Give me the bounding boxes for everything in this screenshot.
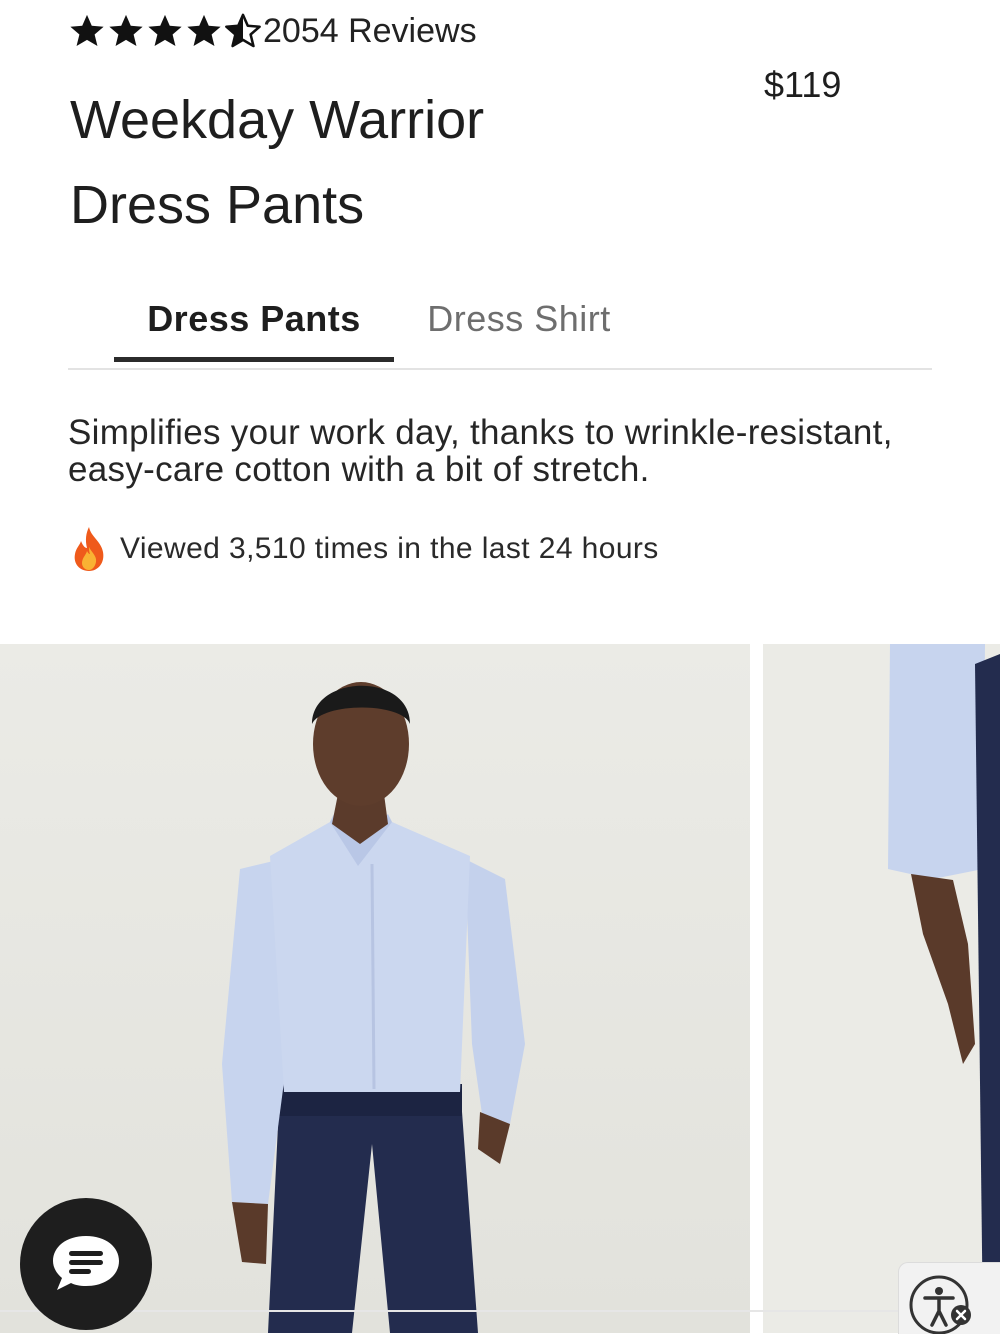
accessibility-button[interactable] bbox=[898, 1262, 1000, 1335]
viewed-count-text: Viewed 3,510 times in the last 24 hours bbox=[120, 532, 659, 565]
star-icon bbox=[109, 14, 143, 47]
product-title: Weekday Warrior Dress Pants bbox=[70, 78, 710, 248]
star-icon bbox=[148, 14, 182, 47]
chat-bubble-icon bbox=[53, 1236, 119, 1290]
tab-dress-shirt[interactable]: Dress Shirt bbox=[404, 272, 634, 366]
half-star-icon bbox=[225, 13, 261, 48]
accessibility-icon bbox=[909, 1275, 971, 1335]
bottom-divider bbox=[0, 1310, 1000, 1312]
star-icon bbox=[187, 14, 221, 47]
product-title-line1: Weekday Warrior bbox=[70, 90, 485, 150]
star-icon bbox=[70, 14, 104, 47]
rating-row[interactable]: 2054 Reviews bbox=[68, 8, 477, 54]
social-proof: Viewed 3,510 times in the last 24 hours bbox=[68, 524, 659, 574]
tab-dress-pants[interactable]: Dress Pants bbox=[114, 272, 394, 366]
chat-button[interactable] bbox=[20, 1198, 152, 1330]
product-gallery[interactable] bbox=[0, 644, 1000, 1333]
product-image-next[interactable] bbox=[763, 644, 1000, 1333]
star-rating bbox=[68, 12, 263, 50]
product-title-line2: Dress Pants bbox=[70, 175, 365, 235]
product-tabs: Dress Pants Dress Shirt bbox=[68, 272, 932, 370]
model-illustration-partial bbox=[888, 644, 1000, 1333]
product-description: Simplifies your work day, thanks to wrin… bbox=[68, 413, 893, 489]
flame-icon bbox=[74, 527, 104, 571]
product-price: $119 bbox=[764, 64, 842, 105]
review-count[interactable]: 2054 Reviews bbox=[263, 14, 477, 48]
